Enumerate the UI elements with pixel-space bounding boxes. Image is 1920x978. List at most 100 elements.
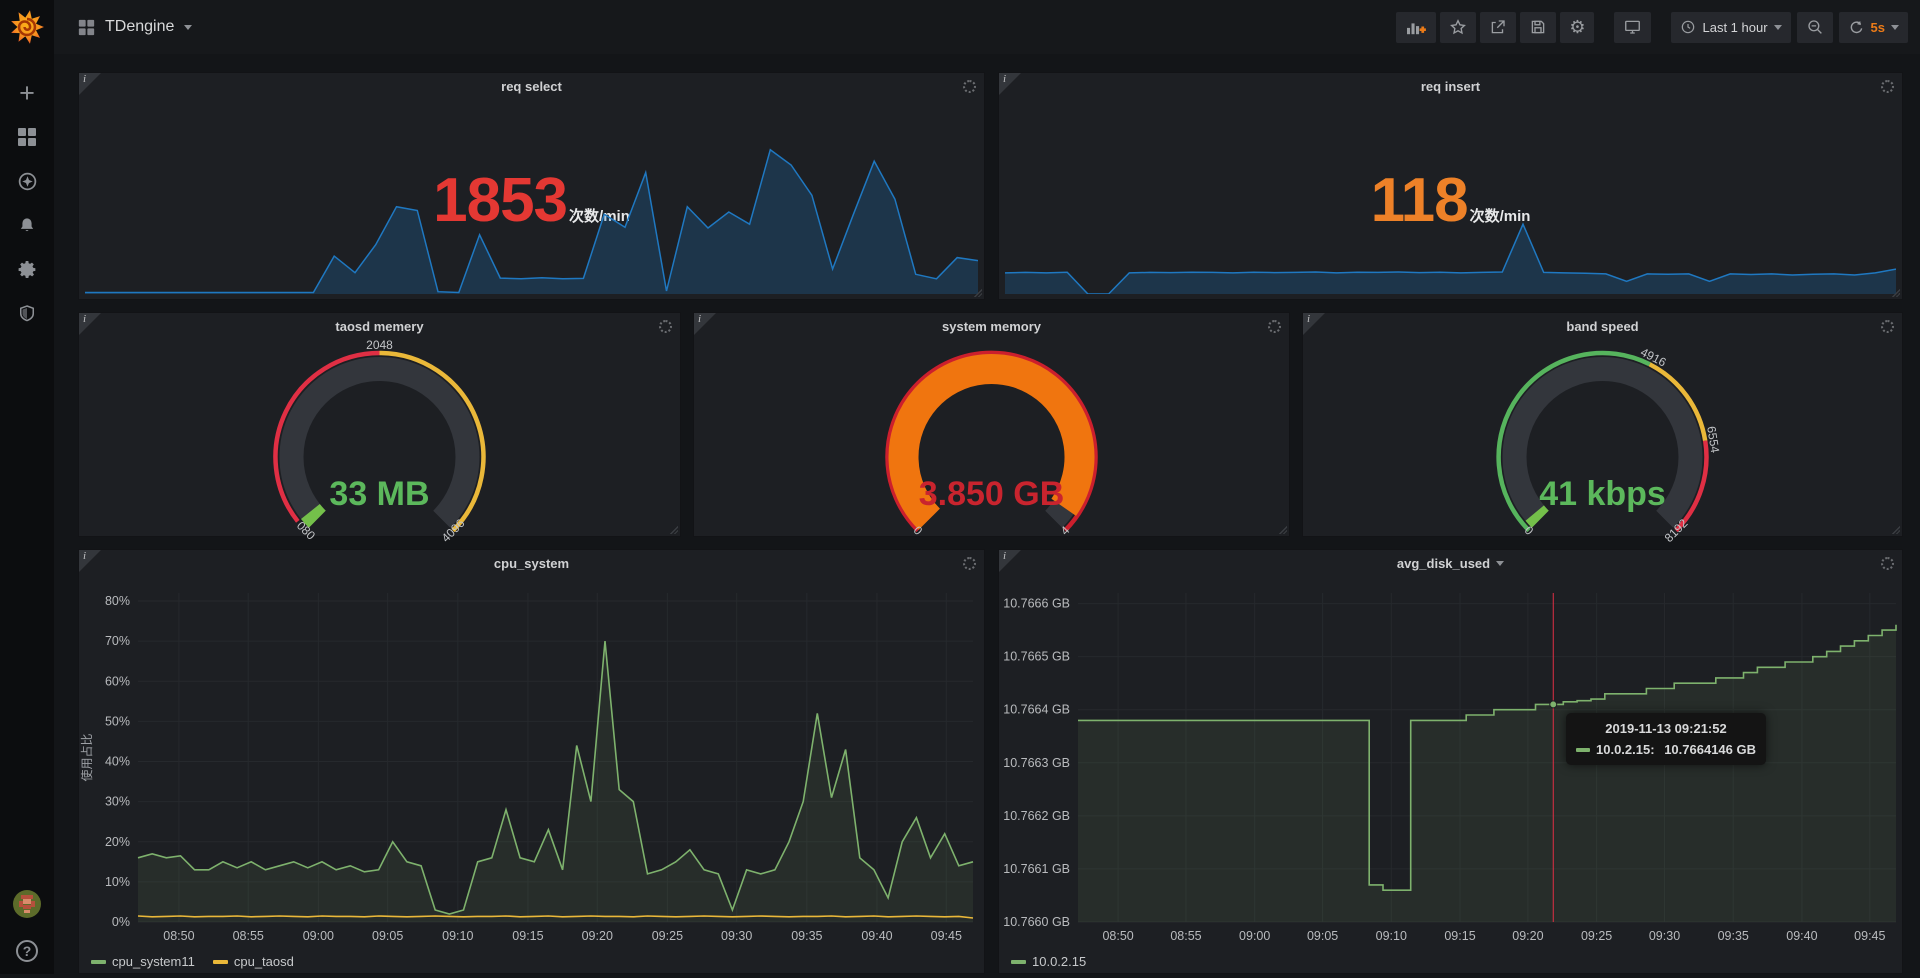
- panel-title[interactable]: avg_disk_used: [1397, 556, 1490, 571]
- panel-title[interactable]: system memory: [942, 319, 1041, 334]
- svg-text:50%: 50%: [105, 714, 130, 728]
- panel-avg-disk-used: i avg_disk_used 10.7660 GB 10.7661 GB 10.7…: [998, 549, 1903, 974]
- svg-text:080: 080: [294, 519, 318, 543]
- panel-loading-spinner: [963, 80, 976, 93]
- panel-info-corner[interactable]: i: [1303, 313, 1325, 335]
- svg-text:09:45: 09:45: [1854, 929, 1885, 943]
- panel-info-corner[interactable]: i: [79, 73, 101, 95]
- tooltip-series-name: 10.0.2.15:: [1596, 742, 1655, 757]
- panel-title[interactable]: cpu_system: [494, 556, 569, 571]
- dashboard-title-menu[interactable]: TDengine: [78, 18, 192, 36]
- svg-text:09:40: 09:40: [1786, 929, 1817, 943]
- panel-resize-handle[interactable]: [1891, 525, 1900, 534]
- graph-tooltip: 2019-11-13 09:21:52 10.0.2.15: 10.766414…: [1566, 713, 1766, 765]
- svg-text:09:20: 09:20: [1512, 929, 1543, 943]
- panel-loading-spinner: [1881, 320, 1894, 333]
- panel-resize-handle[interactable]: [669, 525, 678, 534]
- svg-text:09:15: 09:15: [512, 929, 543, 943]
- sparkline-chart: [1005, 146, 1896, 294]
- svg-text:08:50: 08:50: [1102, 929, 1133, 943]
- panel-info-corner[interactable]: i: [694, 313, 716, 335]
- panel-title[interactable]: req insert: [1421, 79, 1480, 94]
- chevron-down-icon: [1774, 25, 1782, 30]
- top-navbar: TDengine: [54, 0, 1920, 54]
- share-dashboard-button[interactable]: [1480, 12, 1516, 43]
- svg-text:08:55: 08:55: [233, 929, 264, 943]
- svg-text:2048: 2048: [366, 338, 393, 352]
- panel-req-select: i req select 1853次数/min: [78, 72, 985, 300]
- svg-text:09:35: 09:35: [791, 929, 822, 943]
- svg-text:80%: 80%: [105, 594, 130, 608]
- panel-info-corner[interactable]: i: [999, 550, 1021, 572]
- share-icon: [1489, 18, 1507, 36]
- save-dashboard-button[interactable]: [1520, 12, 1556, 43]
- save-icon: [1529, 18, 1547, 36]
- svg-text:09:40: 09:40: [861, 929, 892, 943]
- panel-resize-handle[interactable]: [1278, 525, 1287, 534]
- zoom-out-icon: [1806, 18, 1824, 36]
- sidebar-item-dashboards[interactable]: [7, 122, 47, 152]
- gear-icon: ⚙: [1569, 18, 1585, 36]
- user-avatar[interactable]: [12, 889, 42, 924]
- panel-title[interactable]: taosd memery: [335, 319, 423, 334]
- panel-info-corner[interactable]: i: [79, 313, 101, 335]
- legend-swatch: [213, 960, 228, 964]
- svg-text:10.7661 GB: 10.7661 GB: [1003, 862, 1070, 876]
- refresh-picker[interactable]: 5s: [1839, 12, 1908, 43]
- panel-info-corner[interactable]: i: [999, 73, 1021, 95]
- sidebar: +: [0, 0, 54, 974]
- add-panel-button[interactable]: [1396, 12, 1436, 43]
- panel-loading-spinner: [963, 557, 976, 570]
- panel-system-memory: i system memory 04 3.850 GB: [693, 312, 1290, 537]
- time-series-graph[interactable]: 10.7660 GB10.7661 GB10.7662 GB10.7663 GB…: [999, 576, 1902, 973]
- svg-text:10%: 10%: [105, 875, 130, 889]
- svg-text:10.7665 GB: 10.7665 GB: [1003, 650, 1070, 664]
- sidebar-item-configuration[interactable]: [7, 254, 47, 284]
- plus-icon: +: [19, 80, 35, 106]
- time-range-picker[interactable]: Last 1 hour: [1671, 12, 1790, 43]
- panel-taosd-memory: i taosd memery 08020484096 33 MB: [78, 312, 681, 537]
- question-icon: ?: [23, 943, 32, 959]
- svg-text:09:15: 09:15: [1444, 929, 1475, 943]
- legend-item[interactable]: cpu_taosd: [213, 954, 294, 969]
- monitor-icon: [1623, 18, 1642, 36]
- svg-text:10.7660 GB: 10.7660 GB: [1003, 915, 1070, 929]
- sidebar-item-server-admin[interactable]: [7, 298, 47, 328]
- legend-item[interactable]: cpu_system11: [91, 954, 195, 969]
- panel-loading-spinner: [1881, 80, 1894, 93]
- grafana-logo[interactable]: [0, 0, 54, 54]
- panel-loading-spinner: [1268, 320, 1281, 333]
- legend-item[interactable]: 10.0.2.15: [1011, 954, 1086, 969]
- zoom-out-time-button[interactable]: [1797, 12, 1833, 43]
- chevron-down-icon: [184, 25, 192, 30]
- svg-text:0%: 0%: [112, 915, 130, 929]
- panel-resize-handle[interactable]: [973, 288, 982, 297]
- dashboard-settings-button[interactable]: ⚙: [1560, 12, 1594, 43]
- svg-text:09:25: 09:25: [652, 929, 683, 943]
- svg-text:10.7662 GB: 10.7662 GB: [1003, 809, 1070, 823]
- sidebar-item-alerting[interactable]: [7, 210, 47, 240]
- time-range-label: Last 1 hour: [1702, 20, 1767, 35]
- graph-legend: 10.0.2.15: [1011, 954, 1086, 969]
- tooltip-value: 10.7664146 GB: [1664, 742, 1756, 757]
- time-series-graph[interactable]: 0%10%20%30%40%50%60%70%80%08:5008:5509:0…: [79, 576, 984, 973]
- panel-title[interactable]: band speed: [1566, 319, 1638, 334]
- legend-label: 10.0.2.15: [1032, 954, 1086, 969]
- svg-text:09:10: 09:10: [442, 929, 473, 943]
- cycle-view-mode-button[interactable]: [1614, 12, 1651, 43]
- svg-text:09:20: 09:20: [582, 929, 613, 943]
- panel-resize-handle[interactable]: [1891, 288, 1900, 297]
- star-dashboard-button[interactable]: [1440, 12, 1476, 43]
- add-panel-icon: [1405, 18, 1427, 36]
- panel-menu-caret-icon[interactable]: [1496, 561, 1504, 566]
- panel-loading-spinner: [1881, 557, 1894, 570]
- sidebar-item-explore[interactable]: [7, 166, 47, 196]
- refresh-icon: [1848, 19, 1865, 36]
- panel-info-corner[interactable]: i: [79, 550, 101, 572]
- sidebar-item-create[interactable]: +: [7, 78, 47, 108]
- svg-text:09:05: 09:05: [1307, 929, 1338, 943]
- panel-title[interactable]: req select: [501, 79, 562, 94]
- svg-text:09:45: 09:45: [931, 929, 962, 943]
- help-button[interactable]: ?: [16, 940, 38, 962]
- gauge-value: 3.850 GB: [694, 475, 1289, 514]
